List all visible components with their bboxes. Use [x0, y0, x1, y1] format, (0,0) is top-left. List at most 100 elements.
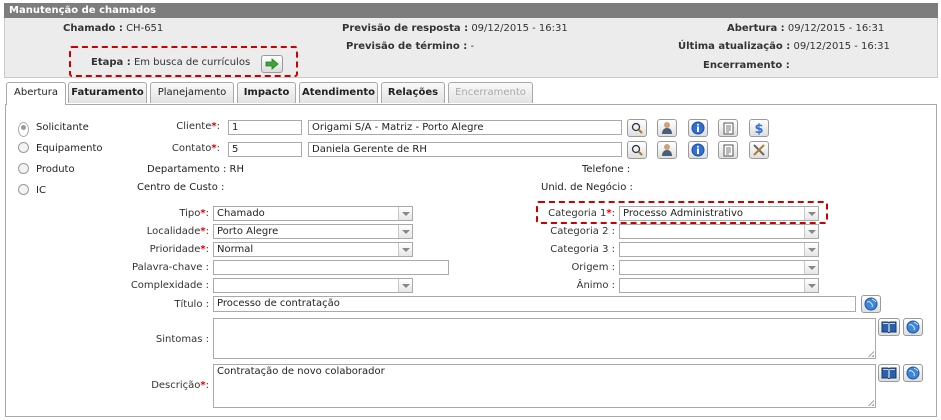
advance-stage-button[interactable]	[261, 55, 283, 73]
chevron-down-icon	[398, 207, 412, 220]
prev-termino-value: -	[470, 41, 475, 52]
globe-icon	[906, 366, 920, 380]
prev-resposta-label: Previsão de resposta :	[342, 23, 469, 34]
tab-faturamento[interactable]: Faturamento	[68, 82, 147, 103]
localidade-label: Localidade*:	[146, 226, 209, 237]
animo-label: Ânimo :	[576, 280, 615, 291]
arrow-right-icon	[265, 58, 279, 70]
cliente-label: Cliente*:	[176, 121, 220, 132]
contato-notes-button[interactable]	[718, 141, 738, 159]
chevron-down-icon	[398, 243, 412, 256]
sintomas-label: Sintomas :	[155, 334, 209, 345]
resize-grip-icon	[867, 350, 874, 357]
complexidade-label: Complexidade :	[130, 280, 209, 291]
centro-custo-info: Centro de Custo :	[137, 182, 225, 193]
chevron-down-icon	[804, 261, 818, 274]
contato-code-input[interactable]: 5	[228, 142, 302, 157]
descricao-book-button[interactable]	[878, 364, 900, 382]
sintomas-textarea[interactable]	[213, 318, 876, 359]
contato-person-button[interactable]	[657, 141, 677, 159]
etapa-info: Etapa : Em busca de currículos	[91, 57, 250, 68]
titulo-translate-button[interactable]	[861, 295, 881, 313]
cliente-search-button[interactable]	[627, 119, 647, 137]
complexidade-select[interactable]	[213, 278, 413, 293]
prioridade-select[interactable]: Normal	[213, 242, 413, 257]
palavra-chave-label: Palavra-chave :	[132, 262, 209, 273]
globe-icon	[906, 320, 920, 334]
cliente-money-button[interactable]: $	[749, 119, 769, 137]
tab-atendimento[interactable]: Atendimento	[299, 82, 378, 103]
cliente-person-button[interactable]	[657, 119, 677, 137]
ultima-info: Última atualização : 09/12/2015 - 16:31	[678, 41, 890, 52]
etapa-label: Etapa :	[91, 57, 131, 68]
ultima-label: Última atualização :	[678, 41, 791, 52]
radio-ic-label: IC	[36, 185, 46, 196]
globe-icon	[864, 297, 878, 311]
radio-solicitante[interactable]	[18, 122, 29, 137]
contato-info-button[interactable]	[688, 141, 708, 159]
chevron-down-icon	[398, 225, 412, 238]
contato-tools-button[interactable]	[749, 141, 769, 159]
tipo-label: Tipo*:	[179, 208, 209, 219]
tab-planejamento[interactable]: Planejamento	[150, 82, 234, 103]
notes-icon	[723, 122, 733, 134]
svg-text:$: $	[754, 122, 763, 135]
contato-label: Contato*:	[171, 143, 220, 154]
titulo-input[interactable]: Processo de contratação	[213, 296, 856, 312]
prev-resposta-info: Previsão de resposta : 09/12/2015 - 16:3…	[342, 23, 568, 34]
tab-impacto[interactable]: Impacto	[237, 82, 296, 103]
tab-abertura[interactable]: Abertura	[6, 82, 66, 105]
cliente-code-input[interactable]: 1	[228, 120, 302, 135]
tipo-select[interactable]: Chamado	[213, 206, 413, 221]
origem-select[interactable]	[619, 260, 819, 275]
radio-solicitante-label: Solicitante	[36, 122, 89, 133]
prioridade-label: Prioridade*:	[149, 244, 209, 255]
radio-ic[interactable]	[18, 184, 29, 195]
radio-equipamento[interactable]	[18, 142, 29, 153]
info-icon	[691, 143, 705, 157]
abertura-value: 09/12/2015 - 16:31	[787, 23, 885, 34]
descricao-label: Descrição*:	[151, 380, 209, 391]
abertura-info: Abertura : 09/12/2015 - 16:31	[727, 23, 884, 34]
tab-relacoes[interactable]: Relações	[381, 82, 445, 103]
categoria3-label: Categoria 3 :	[550, 244, 615, 255]
telefone-info: Telefone :	[582, 164, 631, 175]
categoria1-label: Categoria 1*:	[548, 208, 615, 219]
sintomas-book-button[interactable]	[878, 318, 900, 336]
categoria3-select[interactable]	[619, 242, 819, 257]
chevron-down-icon	[804, 279, 818, 292]
cliente-info-button[interactable]	[688, 119, 708, 137]
descricao-translate-button[interactable]	[903, 364, 923, 382]
person-icon	[662, 122, 672, 134]
categoria1-select[interactable]: Processo Administrativo	[619, 206, 819, 221]
descricao-textarea[interactable]: Contratação de novo colaborador	[213, 364, 876, 408]
sintomas-translate-button[interactable]	[903, 318, 923, 336]
person-icon	[662, 144, 672, 156]
animo-select[interactable]	[619, 278, 819, 293]
origem-label: Origem :	[571, 262, 615, 273]
prev-resposta-value: 09/12/2015 - 16:31	[471, 23, 568, 34]
cliente-notes-button[interactable]	[718, 119, 738, 137]
localidade-select[interactable]: Porto Alegre	[213, 224, 413, 239]
tools-icon	[753, 144, 765, 156]
radio-produto[interactable]	[18, 163, 29, 174]
tab-encerramento: Encerramento	[448, 82, 533, 103]
contato-search-button[interactable]	[627, 141, 647, 159]
etapa-value: Em busca de currículos	[133, 57, 251, 68]
window-title: Manutenção de chamados	[4, 3, 938, 18]
contato-name-input[interactable]: Daniela Gerente de RH	[308, 142, 622, 157]
chevron-down-icon	[804, 225, 818, 238]
radio-equipamento-label: Equipamento	[36, 143, 103, 154]
palavra-chave-input[interactable]	[213, 260, 449, 275]
chevron-down-icon	[804, 207, 818, 220]
cliente-name-input[interactable]: Origami S/A - Matriz - Porto Alegre	[308, 120, 622, 135]
book-icon	[881, 321, 897, 333]
encerramento-info: Encerramento :	[703, 60, 790, 71]
prev-termino-label: Previsão de término :	[346, 41, 468, 52]
notes-icon	[723, 144, 733, 156]
categoria2-label: Categoria 2 :	[550, 226, 615, 237]
chamado-label: Chamado :	[63, 23, 123, 34]
ultima-value: 09/12/2015 - 16:31	[793, 41, 890, 52]
encerramento-label: Encerramento :	[703, 60, 790, 71]
categoria2-select[interactable]	[619, 224, 819, 239]
